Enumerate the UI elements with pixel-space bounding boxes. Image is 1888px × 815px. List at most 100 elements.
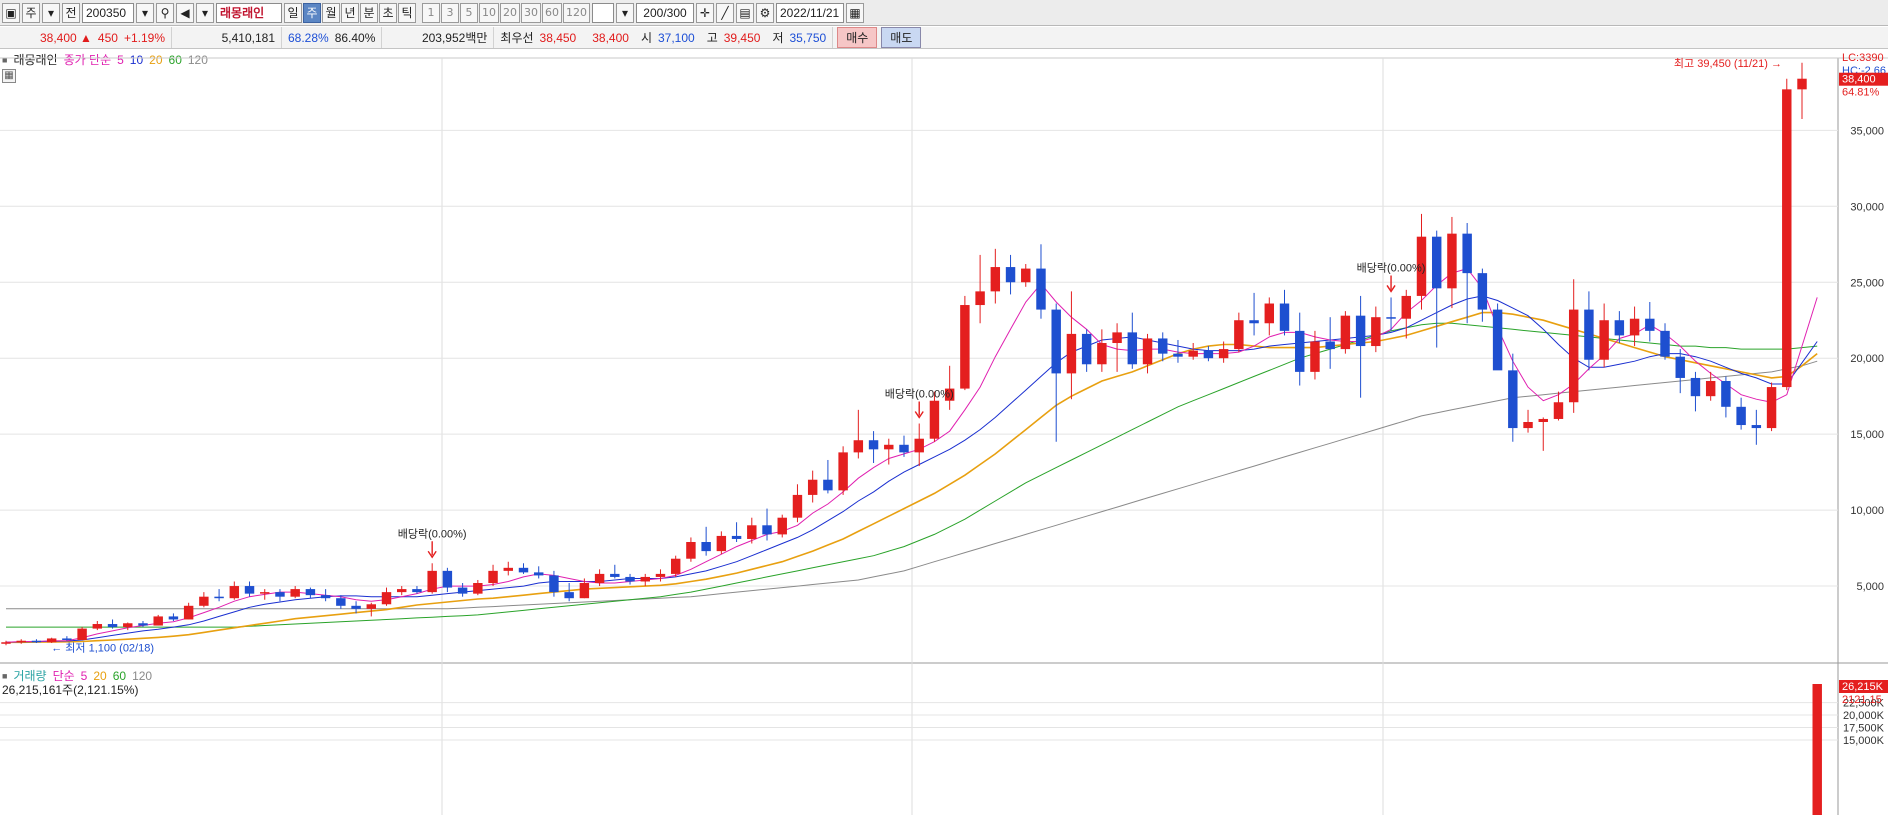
candle: [244, 581, 255, 597]
candle: [640, 573, 650, 587]
candle: [1005, 254, 1016, 295]
candle-body: [1705, 380, 1716, 397]
candle: [731, 522, 742, 542]
candle: [1599, 303, 1609, 368]
candle-body: [1492, 309, 1503, 371]
candle: [1021, 264, 1031, 287]
candle-body: [1538, 418, 1548, 422]
candle: [777, 514, 787, 538]
candle: [1127, 312, 1138, 369]
candle-body: [1203, 350, 1214, 359]
candle-body: [1431, 236, 1442, 289]
price-tick-label: 25,000: [1850, 277, 1884, 289]
price-tick-label: 20,000: [1850, 353, 1884, 365]
candle-body: [1249, 320, 1259, 324]
candle: [868, 431, 879, 464]
candle-body: [1188, 350, 1198, 357]
candle: [77, 627, 87, 640]
candle-body: [1, 642, 11, 644]
candle: [397, 586, 407, 596]
low-annotation: ← 최저 1,100 (02/18): [51, 641, 154, 654]
candle: [199, 592, 209, 608]
candle: [153, 614, 163, 626]
candle: [1721, 376, 1731, 418]
candle-body: [92, 624, 103, 629]
volume-tick-label: 15,000K: [1843, 735, 1885, 747]
candle: [1782, 78, 1792, 391]
candle: [366, 602, 377, 617]
candle-body: [579, 583, 590, 599]
candle-body: [1051, 309, 1061, 374]
candle-body: [1629, 318, 1640, 336]
candle-body: [792, 494, 803, 518]
candle: [442, 567, 453, 593]
candle: [1462, 223, 1472, 324]
candle: [518, 563, 529, 574]
candle-body: [1264, 303, 1275, 324]
candle-body: [488, 570, 498, 584]
candle: [275, 589, 285, 602]
candle: [168, 613, 179, 621]
candle: [1568, 279, 1579, 413]
price-tick-label: 10,000: [1850, 505, 1884, 517]
candle: [1295, 312, 1305, 386]
candle: [655, 569, 666, 582]
candle-body: [351, 605, 361, 609]
candle-body: [1766, 387, 1777, 429]
candle-body: [1173, 353, 1183, 357]
candle-body: [533, 572, 544, 576]
candle-body: [670, 558, 681, 574]
candle-body: [1782, 89, 1792, 388]
dividend-arrow-0: [427, 541, 437, 559]
candle: [1766, 382, 1777, 432]
candle-body: [1355, 315, 1366, 347]
dividend-label-0: 배당락(0.00%): [398, 527, 467, 540]
candle-body: [153, 616, 163, 626]
candle: [1447, 216, 1457, 309]
candle: [1051, 303, 1061, 442]
candle: [1097, 329, 1107, 372]
candle: [1264, 297, 1275, 336]
candle-body: [549, 575, 559, 593]
candle-body: [503, 567, 513, 571]
candle-body: [123, 623, 133, 628]
candle: [427, 563, 437, 594]
candle: [183, 602, 194, 620]
candle-body: [625, 576, 635, 582]
candle-body: [655, 573, 666, 577]
candle-body: [366, 604, 377, 609]
candle-body: [62, 638, 72, 640]
candle-body: [381, 592, 392, 605]
candle-body: [1325, 341, 1335, 350]
candle-body: [1127, 332, 1138, 365]
candle-body: [473, 583, 483, 594]
candle: [1645, 302, 1655, 342]
candle-body: [1797, 78, 1807, 90]
candle: [381, 587, 392, 606]
candle: [1629, 306, 1640, 347]
candle-body: [1371, 317, 1381, 347]
candle-body: [1340, 315, 1351, 350]
candle: [1203, 346, 1214, 362]
candle-body: [1508, 370, 1518, 429]
candle-body: [990, 267, 1001, 292]
candle-body: [564, 592, 574, 599]
candle: [1249, 292, 1259, 336]
candle: [1492, 303, 1503, 371]
candle-body: [1553, 402, 1564, 419]
candle: [716, 531, 727, 555]
volume-tick-label: 20,000K: [1843, 710, 1885, 722]
volume-tag: 26,215K: [1842, 681, 1884, 693]
candle: [1279, 289, 1290, 336]
candle-body: [1112, 332, 1122, 344]
candle: [92, 620, 103, 631]
candle-body: [1645, 318, 1655, 331]
candle-body: [929, 400, 940, 439]
candle: [1751, 409, 1762, 445]
stock-chart[interactable]: 5,000 10,000 15,000 20,000 25,000 30,000 35,00…: [0, 0, 1888, 815]
candle: [1584, 291, 1594, 371]
candle-body: [457, 587, 468, 594]
candle: [1066, 291, 1077, 400]
candle-body: [412, 589, 422, 593]
candle: [1188, 343, 1198, 360]
